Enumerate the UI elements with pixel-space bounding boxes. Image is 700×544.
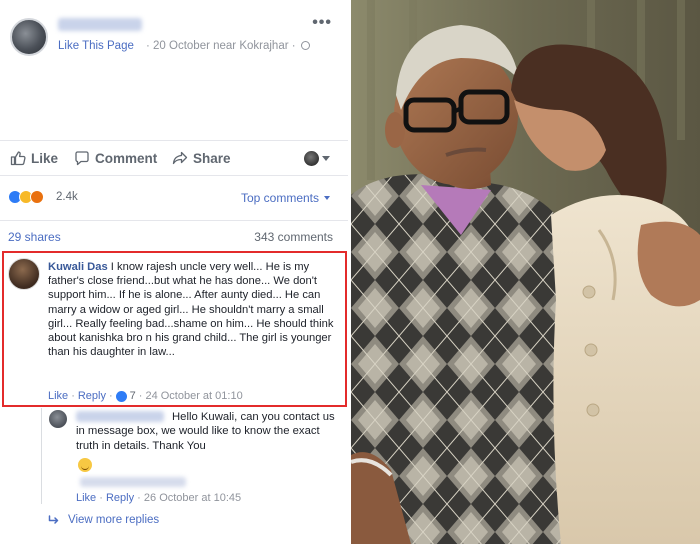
blurred-page-name [58,18,142,31]
share-arrow-icon [172,151,188,165]
reply-arrow-icon [48,515,59,524]
comment-like-link[interactable]: Like [48,390,68,402]
couple-photo-illustration [351,0,700,544]
reply-like-link[interactable]: Like [76,492,96,504]
comment-sort-dropdown[interactable]: Top comments [241,191,330,205]
reply-text: Hello Kuwali, can you contact us in mess… [76,411,335,452]
comment-body: Kuwali Das I know rajesh uncle very well… [48,260,340,359]
post-as-selector[interactable] [304,151,330,166]
comment-sort-label: Top comments [240,191,319,205]
thumbs-up-icon [10,151,26,166]
globe-icon [300,41,310,50]
like-reaction-icon [115,390,127,402]
post-meta: · 20 October near Kokrajhar · [146,40,310,52]
separator-dot: · [138,390,143,402]
post-date-location: · 20 October near Kokrajhar · [146,40,296,52]
comments-count[interactable]: 343 comments [254,230,333,244]
facebook-post-panel: Like This Page · 20 October near Kokrajh… [0,0,348,544]
reaction-icons[interactable] [8,190,44,204]
separator-dot: · [99,492,103,504]
comment-like-count[interactable]: 7 [130,390,136,402]
view-more-label: View more replies [68,514,160,526]
reply-avatar[interactable] [49,410,67,428]
post-header: Like This Page · 20 October near Kokrajh… [8,14,340,60]
reply-thread-line [41,408,42,504]
post-photo[interactable] [351,0,700,544]
separator-dot: · [108,390,113,402]
angry-reaction-icon [30,190,44,204]
share-label: Share [193,150,231,166]
like-label: Like [31,150,59,166]
comment-reply-link[interactable]: Reply [78,390,106,402]
comment-label: Comment [95,150,158,166]
shares-count[interactable]: 29 shares [8,230,61,244]
comment-bubble-icon [75,151,89,166]
reaction-count[interactable]: 2.4k [56,191,78,203]
view-more-replies[interactable]: View more replies [48,514,159,526]
like-page-link[interactable]: Like This Page [58,40,134,52]
page-avatar[interactable] [10,18,48,56]
comment-text: I know rajesh uncle very well... He is m… [48,261,334,359]
chevron-down-icon [324,196,330,200]
comment-footer: Like · Reply · 7 · 24 October at 01:10 [48,390,243,402]
counts-row: 29 shares 343 comments [0,220,348,246]
commenter-name[interactable]: Kuwali Das [48,261,108,273]
profile-avatar [304,151,319,166]
comment-button[interactable]: Comment [74,150,157,166]
reply-footer: Like · Reply · 26 October at 10:45 [76,492,241,504]
comment-timestamp[interactable]: 24 October at 01:10 [145,390,242,402]
separator-dot: · [137,492,141,504]
reply-reply-link[interactable]: Reply [106,492,134,504]
chevron-down-icon [322,156,330,161]
more-options-icon[interactable]: ••• [312,14,332,32]
post-action-bar: Like Comment Share [0,140,348,176]
separator-dot: · [71,390,75,402]
blurred-link [80,477,186,487]
smile-emoji-icon [78,458,92,472]
reply-timestamp[interactable]: 26 October at 10:45 [144,492,241,504]
like-button[interactable]: Like [10,150,58,166]
share-button[interactable]: Share [172,150,231,166]
commenter-avatar[interactable] [8,258,40,290]
reactions-row: 2.4k Top comments [0,186,348,210]
